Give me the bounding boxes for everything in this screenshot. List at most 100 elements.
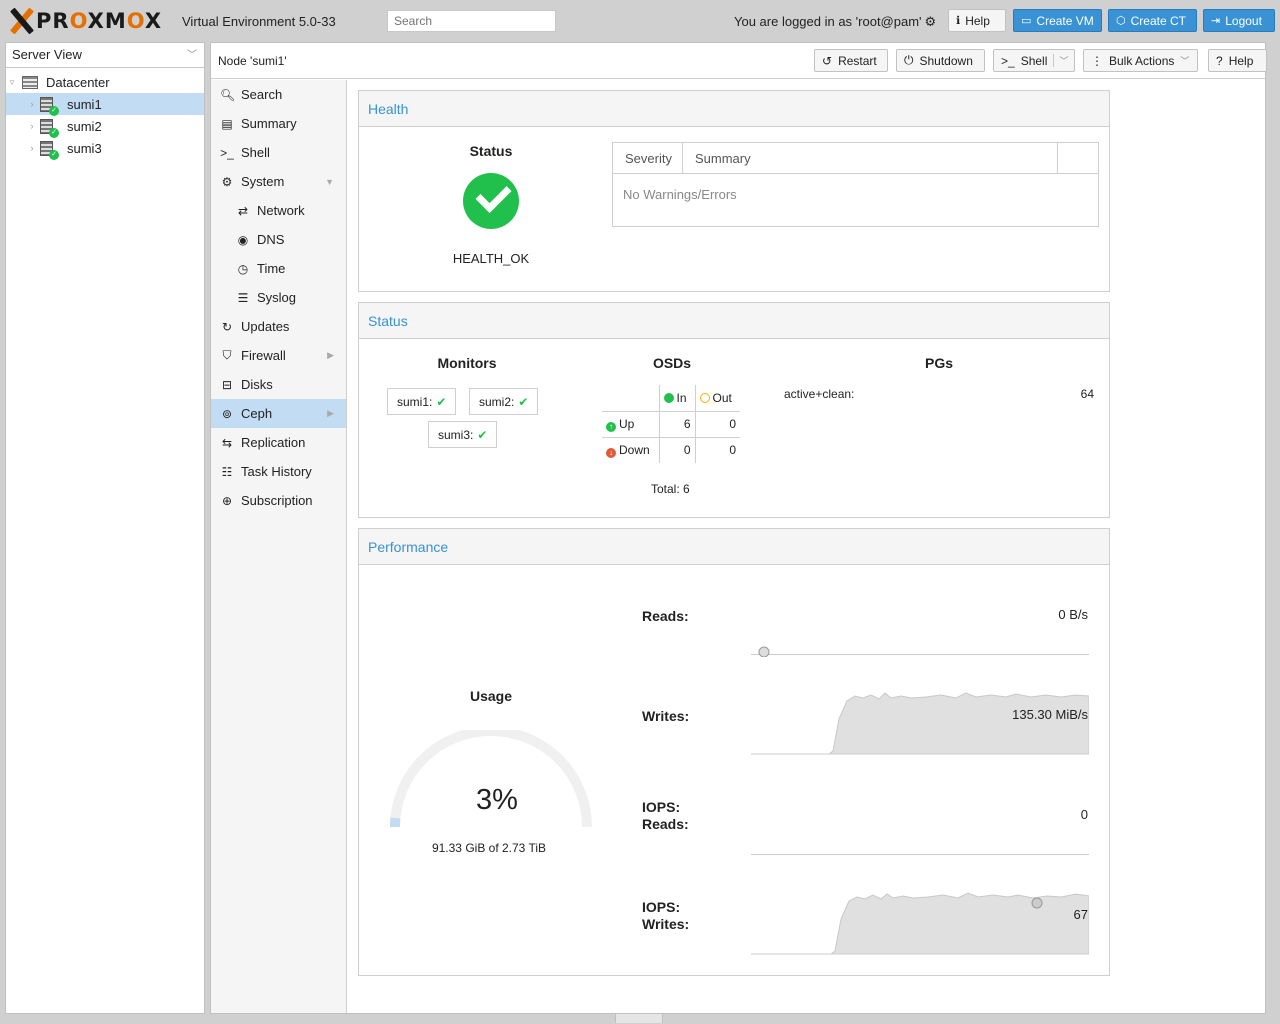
- arrow-down-icon: ↓: [606, 447, 616, 458]
- osds-heading: OSDs: [652, 355, 692, 371]
- collapse-handle[interactable]: [615, 1013, 663, 1023]
- reads-sparkline: [751, 646, 1089, 657]
- node-help-button[interactable]: ? Help: [1208, 49, 1267, 72]
- writes-value: 135.30 MiB/s: [1012, 707, 1088, 722]
- shutdown-button[interactable]: ⏻ Shutdown: [896, 49, 985, 72]
- iops-reads-sparkline: [751, 854, 1089, 855]
- view-selector[interactable]: Server View ﹀: [6, 43, 204, 68]
- usage-heading: Usage: [469, 688, 513, 704]
- column-header-severity[interactable]: Severity: [613, 143, 683, 173]
- main-panel: Node 'sumi1' ↺ Restart ⏻ Shutdown >_ Shell ﹀…: [210, 42, 1267, 1014]
- nav-item-system[interactable]: ⚙ System ▼: [211, 167, 346, 196]
- sign-out-icon: ⇥: [1211, 15, 1221, 27]
- osd-up-out: 0: [694, 411, 740, 438]
- restart-button[interactable]: ↺ Restart: [814, 49, 888, 72]
- nav-item-task-history[interactable]: ☷ Task History: [211, 457, 346, 486]
- iops-reads-label: IOPS: Reads:: [642, 799, 689, 832]
- create-vm-button[interactable]: ▭ Create VM: [1013, 9, 1102, 32]
- column-header-extra: [1058, 143, 1098, 173]
- pg-state-label: active+clean:: [784, 387, 855, 401]
- tree-item-sumi1[interactable]: › sumi1: [6, 93, 204, 116]
- nav-item-shell[interactable]: >_ Shell: [211, 138, 346, 167]
- tree-item-label: sumi1: [67, 96, 102, 112]
- ceph-icon: ⊚: [221, 406, 233, 421]
- pg-state-count: 64: [1080, 387, 1094, 401]
- sparkline-marker: [758, 646, 770, 657]
- cube-icon: ⬡: [1116, 15, 1126, 27]
- performance-panel: Performance Usage 3% 91.33 GiB of 2.73 T…: [358, 528, 1110, 976]
- expand-arrow-icon[interactable]: ›: [26, 121, 38, 131]
- cogs-icon: ⚙: [221, 174, 233, 189]
- node-online-icon: [40, 96, 59, 116]
- search-input[interactable]: [387, 10, 556, 32]
- nav-item-search[interactable]: 🔍︎ Search: [211, 80, 346, 109]
- monitors-heading: Monitors: [437, 355, 497, 371]
- nav-item-ceph[interactable]: ⊚ Ceph ▶: [211, 399, 346, 428]
- nav-item-syslog[interactable]: ☰ Syslog: [211, 283, 346, 312]
- proxmox-logo[interactable]: PROXMOX: [8, 7, 162, 35]
- question-icon: ?: [1216, 53, 1223, 68]
- shell-button[interactable]: >_ Shell ﹀: [993, 49, 1075, 72]
- empty-text: No Warnings/Errors: [623, 187, 737, 202]
- info-icon: ℹ: [956, 15, 961, 27]
- create-ct-button[interactable]: ⬡ Create CT: [1108, 9, 1197, 32]
- chevron-down-icon[interactable]: ﹀: [1053, 54, 1068, 67]
- hdd-icon: ⊟: [221, 377, 233, 392]
- page-title: Node 'sumi1': [218, 54, 287, 68]
- collapse-arrow-icon[interactable]: ▿: [6, 77, 18, 88]
- nav-item-network[interactable]: ⇄ Network: [211, 196, 346, 225]
- panel-title: Performance: [359, 529, 1109, 565]
- check-circle-icon: [463, 173, 519, 229]
- monitor-badge[interactable]: sumi3: ✔: [428, 421, 498, 448]
- version-label: Virtual Environment 5.0-33: [182, 14, 336, 29]
- tree-item-sumi3[interactable]: › sumi3: [6, 137, 204, 160]
- nav-item-summary[interactable]: ▤ Summary: [211, 109, 346, 138]
- reads-label: Reads:: [642, 608, 689, 624]
- expand-arrow-icon[interactable]: ▶: [327, 350, 334, 361]
- node-online-icon: [40, 118, 59, 138]
- resource-tree-panel: Server View﹀ ▿ Datacenter › sumi1 › sumi…: [5, 42, 205, 1014]
- writes-sparkline: [751, 692, 1089, 755]
- expand-arrow-icon[interactable]: ›: [26, 143, 38, 153]
- desktop-icon: ▭: [1021, 15, 1032, 27]
- nav-item-subscription[interactable]: ⊕ Subscription: [211, 486, 346, 515]
- osd-table: In Out ↑ Up 6 0 ↓ Down 0 0: [602, 385, 740, 463]
- tree-item-sumi2[interactable]: › sumi2: [6, 115, 204, 138]
- health-value: HEALTH_OK: [452, 251, 530, 266]
- book-icon: ▤: [221, 116, 233, 131]
- collapse-arrow-icon[interactable]: ▼: [325, 177, 334, 187]
- nav-item-firewall[interactable]: ⛉ Firewall ▶: [211, 341, 346, 370]
- osd-in-header: In: [658, 385, 695, 412]
- bulk-actions-button[interactable]: ⋮ Bulk Actions ﹀: [1083, 49, 1198, 72]
- monitor-badge[interactable]: sumi2: ✔: [469, 388, 539, 415]
- globe-icon: ◉: [237, 232, 249, 247]
- warnings-grid: Severity Summary No Warnings/Errors: [612, 142, 1099, 227]
- support-icon: ⊕: [221, 493, 233, 508]
- osd-out-header: Out: [694, 385, 740, 412]
- osd-total: Total: 6: [651, 482, 690, 496]
- nav-item-disks[interactable]: ⊟ Disks: [211, 370, 346, 399]
- osd-down-in: 0: [658, 437, 695, 463]
- gear-icon[interactable]: ⚙: [925, 14, 937, 30]
- osd-up-label: ↑ Up: [602, 411, 659, 438]
- tree-item-datacenter[interactable]: ▿ Datacenter: [6, 71, 204, 93]
- nav-item-time[interactable]: ◷ Time: [211, 254, 346, 283]
- monitor-badge[interactable]: sumi1: ✔: [387, 388, 457, 415]
- help-button[interactable]: ℹ Help: [948, 9, 1006, 32]
- column-header-summary[interactable]: Summary: [683, 143, 1058, 173]
- expand-arrow-icon[interactable]: ›: [26, 99, 38, 109]
- top-bar: PROXMOX Virtual Environment 5.0-33 You a…: [0, 0, 1280, 42]
- node-header: Node 'sumi1' ↺ Restart ⏻ Shutdown >_ Shell ﹀…: [211, 43, 1267, 79]
- expand-arrow-icon[interactable]: ▶: [327, 408, 334, 419]
- nav-item-dns[interactable]: ◉ DNS: [211, 225, 346, 254]
- nav-item-replication[interactable]: ⇆ Replication: [211, 428, 346, 457]
- iops-reads-value: 0: [1080, 807, 1088, 822]
- nav-item-updates[interactable]: ↻ Updates: [211, 312, 346, 341]
- logout-button[interactable]: ⇥ Logout: [1203, 9, 1275, 32]
- power-icon: ⏻: [904, 53, 914, 67]
- logo-text: PROXMOX: [36, 9, 163, 33]
- list-alt-icon: ☷: [221, 464, 233, 479]
- status-panel: Status Monitors sumi1: ✔ sumi2: ✔ sumi3: ✔ …: [358, 302, 1110, 518]
- check-icon: ✔: [518, 395, 529, 409]
- iops-writes-label: IOPS: Writes:: [642, 899, 690, 932]
